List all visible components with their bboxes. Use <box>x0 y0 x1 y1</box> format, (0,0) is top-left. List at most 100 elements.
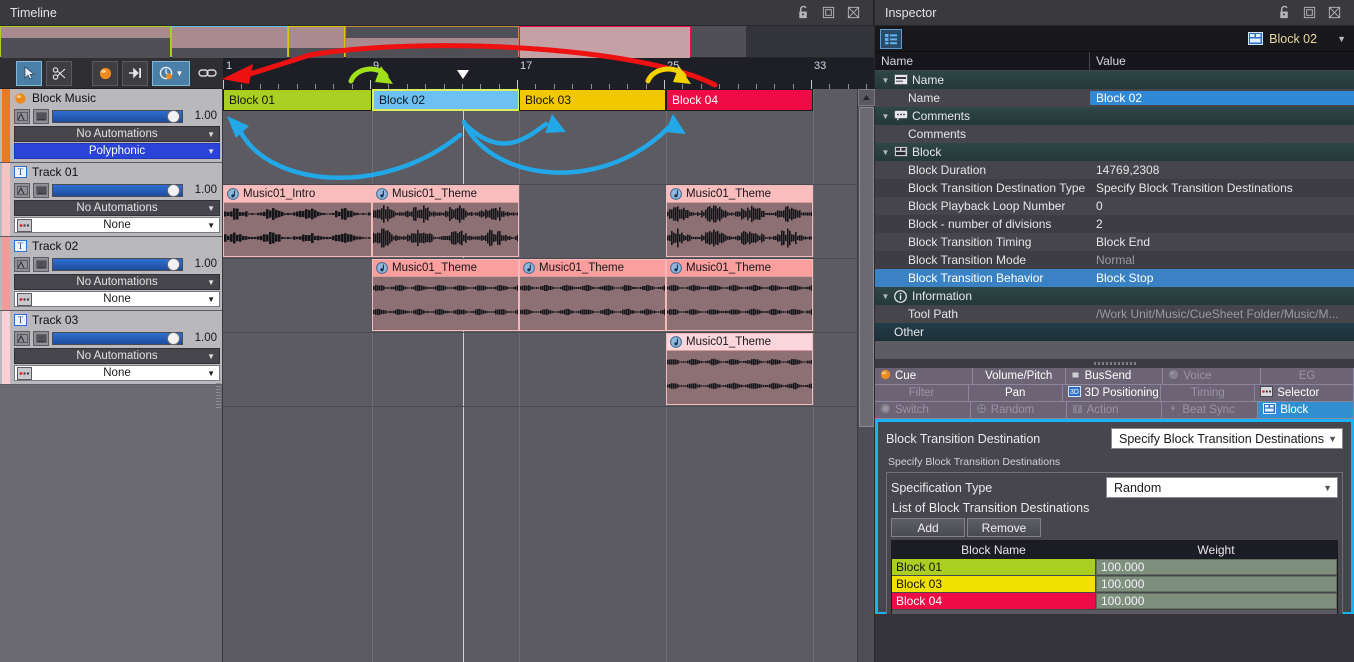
audio-clip[interactable]: Music01_Theme <box>666 185 813 257</box>
snap-to-end-tool[interactable] <box>122 61 148 86</box>
chevron-down-icon[interactable]: ▼ <box>1323 483 1332 493</box>
track-mode-select[interactable]: Polyphonic ▼ <box>14 143 220 159</box>
track-header[interactable]: T Track 02 1.00 No Automations ▼ None ▼ <box>0 237 222 311</box>
playhead-marker[interactable] <box>457 70 469 79</box>
track-header[interactable]: Block Music 1.00 No Automations ▼ Polyphonic… <box>0 89 222 163</box>
property-row[interactable]: Tool Path/Work Unit/Music/CueSheet Folde… <box>875 305 1354 323</box>
chevron-down-icon[interactable]: ▼ <box>207 278 215 287</box>
overview-segment-tail[interactable] <box>746 26 874 57</box>
tab-bussend[interactable]: BusSend <box>1066 368 1164 385</box>
automation-curve-button[interactable] <box>14 257 30 272</box>
select-arrow-tool[interactable] <box>16 61 42 86</box>
destination-weight[interactable]: 100.000 <box>1096 593 1337 609</box>
slider-knob[interactable] <box>167 110 180 123</box>
panel-splitter[interactable] <box>875 359 1354 368</box>
slider-knob[interactable] <box>167 332 180 345</box>
close-icon[interactable] <box>846 5 861 20</box>
track-header[interactable]: T Track 03 1.00 No Automations ▼ None ▼ <box>0 311 222 385</box>
automation-select[interactable]: No Automations ▼ <box>14 200 220 216</box>
overview-segment-block03b[interactable] <box>345 26 519 57</box>
expand-triangle-icon[interactable]: ▼ <box>881 76 890 85</box>
property-row[interactable]: Block Transition Mode Normal <box>875 251 1354 269</box>
chevron-down-icon[interactable]: ▼ <box>207 130 215 139</box>
automation-select[interactable]: No Automations ▼ <box>14 348 220 364</box>
audio-clip[interactable]: Music01_Theme <box>666 333 813 405</box>
slider-knob[interactable] <box>167 258 180 271</box>
destination-block-name[interactable]: Block 01 <box>892 559 1095 575</box>
chevron-down-icon[interactable]: ▼ <box>207 221 215 230</box>
audio-clip[interactable]: Music01_Theme <box>372 259 519 331</box>
property-row[interactable]: Block Duration 14769,2308 <box>875 161 1354 179</box>
audio-clip[interactable]: Music01_Theme <box>519 259 666 331</box>
overview-segment-empty[interactable] <box>691 26 746 57</box>
expand-triangle-icon[interactable]: ▼ <box>881 292 890 301</box>
property-row[interactable]: Name Block 02 <box>875 89 1354 107</box>
destination-table-row[interactable]: Block 04 100.000 <box>892 593 1337 609</box>
mute-button[interactable] <box>33 257 49 272</box>
timeline-block[interactable]: Block 04 <box>666 89 813 111</box>
timeline-ruler[interactable]: 1 9 17 25 33 <box>223 58 874 89</box>
property-value[interactable]: 14769,2308 <box>1090 163 1354 177</box>
audio-clip[interactable]: Music01_Theme <box>666 259 813 331</box>
track-mode-select[interactable]: None ▼ <box>14 291 220 307</box>
scroll-up-button[interactable] <box>858 89 875 106</box>
lock-icon[interactable] <box>1277 5 1292 20</box>
lock-icon[interactable] <box>796 5 811 20</box>
scrollbar-thumb[interactable] <box>859 107 874 427</box>
property-value[interactable]: Block 02 <box>1090 91 1354 105</box>
chevron-down-icon[interactable]: ▼ <box>207 147 215 156</box>
timeline-overview-strip[interactable] <box>0 26 874 58</box>
automation-select[interactable]: No Automations ▼ <box>14 126 220 142</box>
property-row[interactable]: Block Playback Loop Number 0 <box>875 197 1354 215</box>
transition-destination-select[interactable]: Specify Block Transition Destinations ▼ <box>1111 428 1343 449</box>
mute-button[interactable] <box>33 183 49 198</box>
chevron-down-icon[interactable]: ▼ <box>207 295 215 304</box>
volume-slider[interactable] <box>52 332 183 345</box>
property-value[interactable]: Specify Block Transition Destinations <box>1090 181 1354 195</box>
audio-clip[interactable]: Music01_Theme <box>372 185 519 257</box>
tab-block[interactable]: Block <box>1258 402 1354 419</box>
destination-weight[interactable]: 100.000 <box>1096 559 1337 575</box>
property-group-row[interactable]: ▼ Information <box>875 287 1354 305</box>
property-row[interactable]: Other <box>875 323 1354 341</box>
overview-segment-block03a[interactable] <box>288 26 345 57</box>
chevron-down-icon[interactable]: ▼ <box>176 69 184 78</box>
property-value[interactable]: 0 <box>1090 199 1354 213</box>
destination-block-name[interactable]: Block 03 <box>892 576 1095 592</box>
destination-table-row[interactable]: Block 01 100.000 <box>892 559 1337 575</box>
time-mode-tool[interactable]: ▼ <box>152 61 190 86</box>
track-header[interactable]: T Track 01 1.00 No Automations ▼ None ▼ <box>0 163 222 237</box>
overview-segment-block01[interactable] <box>0 26 171 57</box>
automation-curve-button[interactable] <box>14 109 30 124</box>
panel-resize-grip[interactable] <box>216 380 221 410</box>
audio-clip[interactable]: Music01_Intro <box>223 185 372 257</box>
property-group-row[interactable]: ▼ Block <box>875 143 1354 161</box>
property-value[interactable]: Block Stop <box>1090 271 1354 285</box>
scissors-tool[interactable] <box>46 61 72 86</box>
link-tool[interactable] <box>194 61 220 86</box>
chevron-down-icon[interactable]: ▼ <box>1337 34 1346 44</box>
property-row[interactable]: Block Transition Timing Block End <box>875 233 1354 251</box>
property-row[interactable]: Block - number of divisions 2 <box>875 215 1354 233</box>
timeline-canvas[interactable]: Block 01 Block 02 Block 03 Block 04 Music01… <box>223 89 857 662</box>
expand-triangle-icon[interactable]: ▼ <box>881 148 890 157</box>
property-grid[interactable]: ▼ Name Name Block 02 ▼ Comments Comments ▼ Block… <box>875 71 1354 359</box>
property-value[interactable]: Normal <box>1090 253 1354 267</box>
close-icon[interactable] <box>1327 5 1342 20</box>
volume-slider[interactable] <box>52 184 183 197</box>
chevron-down-icon[interactable]: ▼ <box>207 352 215 361</box>
inspector-target-selector[interactable]: Block 02 ▼ <box>1248 32 1346 46</box>
property-group-row[interactable]: ▼ Comments <box>875 107 1354 125</box>
chevron-down-icon[interactable]: ▼ <box>207 369 215 378</box>
timeline-block[interactable]: Block 03 <box>519 89 666 111</box>
track-lane[interactable] <box>223 111 857 185</box>
tab-3d-positioning[interactable]: 3D 3D Positioning <box>1063 385 1162 402</box>
tab-pan[interactable]: Pan <box>969 385 1063 402</box>
property-row[interactable]: Block Transition Behavior Block Stop <box>875 269 1354 287</box>
mute-button[interactable] <box>33 109 49 124</box>
destination-weight[interactable]: 100.000 <box>1096 576 1337 592</box>
overview-segment-block02[interactable] <box>171 26 288 57</box>
canvas-vertical-scrollbar[interactable] <box>857 89 874 662</box>
slider-knob[interactable] <box>167 184 180 197</box>
property-group-row[interactable]: ▼ Name <box>875 71 1354 89</box>
